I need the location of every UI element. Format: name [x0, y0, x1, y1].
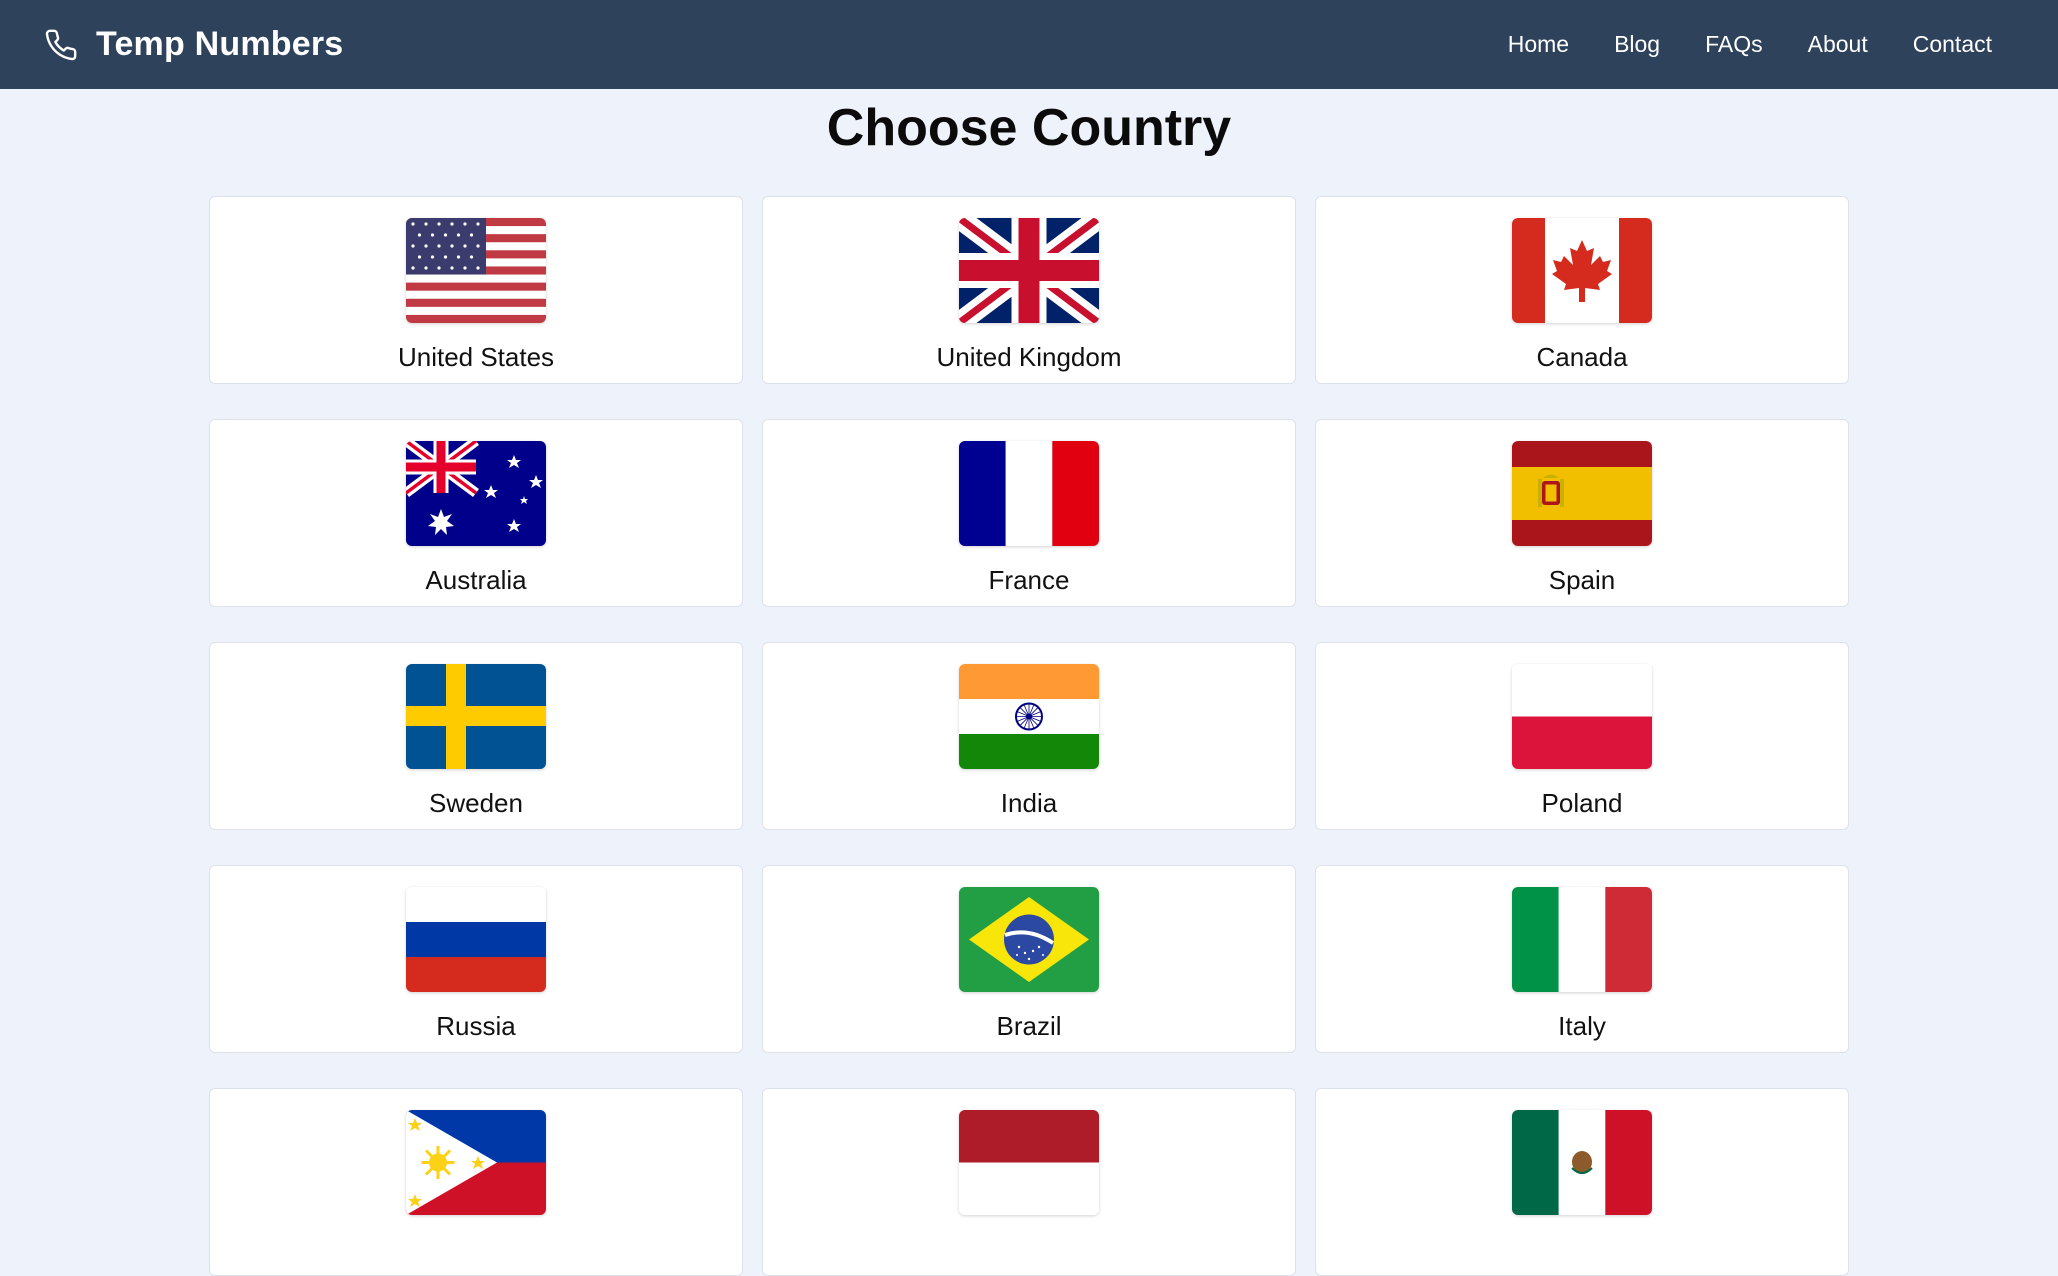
poland-flag-icon — [1512, 664, 1652, 769]
country-card-mexico[interactable] — [1315, 1088, 1849, 1276]
country-name: Canada — [1536, 342, 1628, 372]
spain-flag-icon — [1512, 441, 1652, 546]
country-card-philippines[interactable] — [209, 1088, 743, 1276]
country-grid: United States United Kingdom Canada Aust… — [209, 196, 1849, 1276]
brazil-flag-icon — [959, 887, 1099, 992]
country-card-sweden[interactable]: Sweden — [209, 642, 743, 830]
australia-flag-icon — [406, 441, 546, 546]
country-name: India — [1000, 788, 1058, 818]
country-card-russia[interactable]: Russia — [209, 865, 743, 1053]
nav-blog[interactable]: Blog — [1614, 31, 1660, 58]
country-card-india[interactable]: India — [762, 642, 1296, 830]
country-name: Brazil — [996, 1011, 1062, 1041]
sweden-flag-icon — [406, 664, 546, 769]
country-card-spain[interactable]: Spain — [1315, 419, 1849, 607]
country-card-australia[interactable]: Australia — [209, 419, 743, 607]
country-name: Russia — [436, 1011, 516, 1041]
country-name: Italy — [1558, 1011, 1606, 1041]
country-name: France — [988, 565, 1070, 595]
brand-title: Temp Numbers — [96, 25, 344, 63]
us-flag-icon — [406, 218, 546, 323]
country-card-united-kingdom[interactable]: United Kingdom — [762, 196, 1296, 384]
country-card-italy[interactable]: Italy — [1315, 865, 1849, 1053]
nav-home[interactable]: Home — [1508, 31, 1569, 58]
italy-flag-icon — [1512, 887, 1652, 992]
country-name: Poland — [1541, 788, 1623, 818]
country-card-canada[interactable]: Canada — [1315, 196, 1849, 384]
country-name: United States — [397, 342, 555, 372]
country-card-poland[interactable]: Poland — [1315, 642, 1849, 830]
country-card-indonesia[interactable] — [762, 1088, 1296, 1276]
main-nav: Home Blog FAQs About Contact — [1508, 31, 1992, 58]
nav-contact[interactable]: Contact — [1913, 31, 1992, 58]
nav-faqs[interactable]: FAQs — [1705, 31, 1763, 58]
top-navbar: Temp Numbers Home Blog FAQs About Contac… — [0, 0, 2058, 89]
uk-flag-icon — [959, 218, 1099, 323]
country-name: Sweden — [429, 788, 523, 818]
phone-icon — [44, 28, 78, 62]
france-flag-icon — [959, 441, 1099, 546]
indonesia-flag-icon — [959, 1110, 1099, 1215]
page-title: Choose Country — [826, 99, 1232, 157]
country-name: Spain — [1548, 565, 1616, 595]
country-card-brazil[interactable]: Brazil — [762, 865, 1296, 1053]
country-card-united-states[interactable]: United States — [209, 196, 743, 384]
country-card-france[interactable]: France — [762, 419, 1296, 607]
philippines-flag-icon — [406, 1110, 546, 1215]
nav-about[interactable]: About — [1808, 31, 1868, 58]
country-name: United Kingdom — [936, 342, 1122, 372]
country-name: Australia — [425, 565, 527, 595]
mexico-flag-icon — [1512, 1110, 1652, 1215]
russia-flag-icon — [406, 887, 546, 992]
canada-flag-icon — [1512, 218, 1652, 323]
brand-link[interactable]: Temp Numbers — [44, 25, 343, 64]
india-flag-icon — [959, 664, 1099, 769]
